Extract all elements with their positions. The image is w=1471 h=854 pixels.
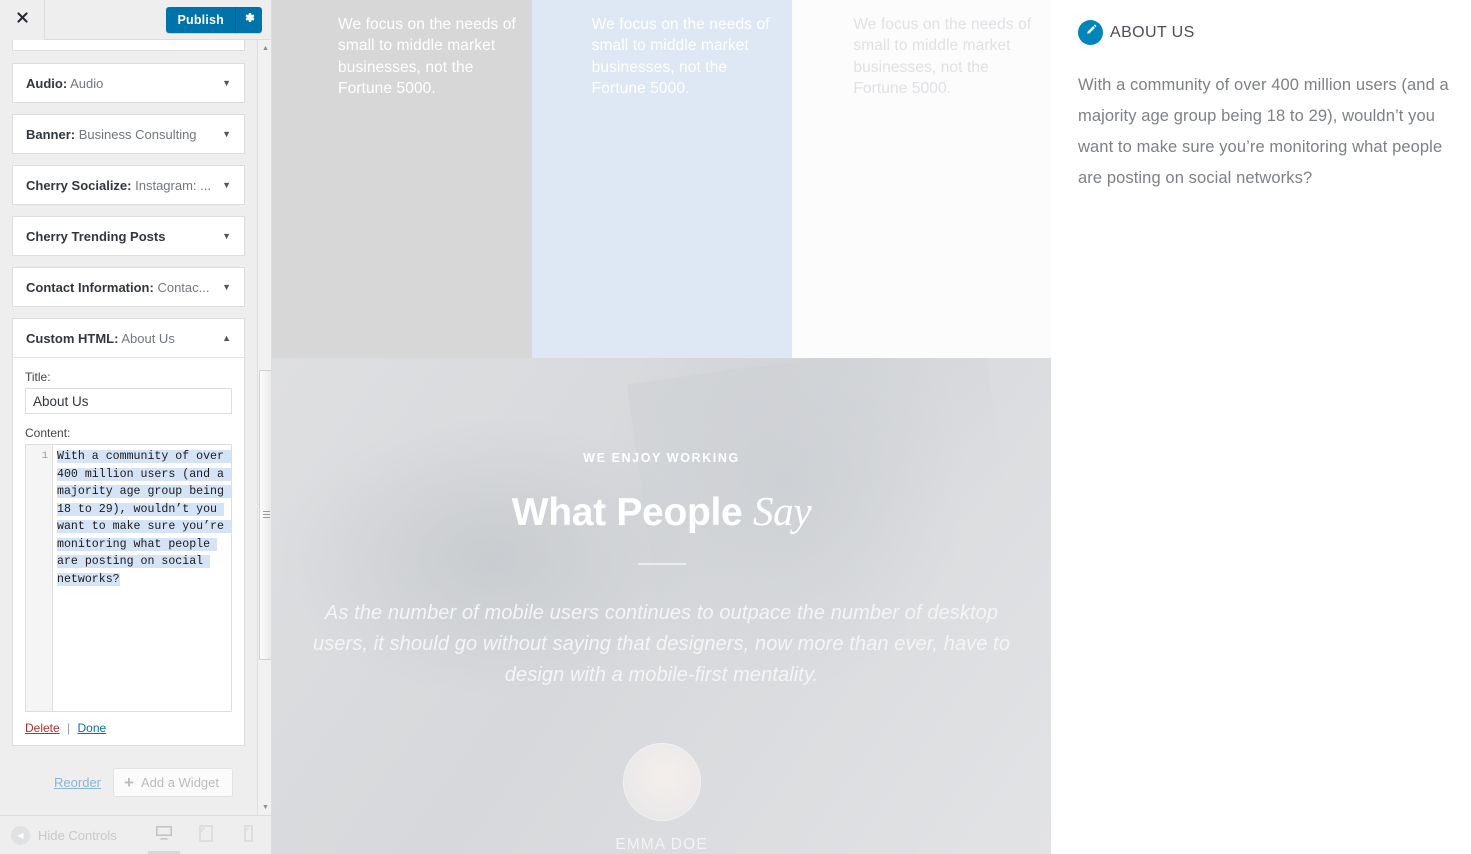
pencil-glyph-icon — [1084, 24, 1097, 42]
testimonial-quote: As the number of mobile users continues … — [312, 602, 1011, 686]
feature-column-3[interactable]: We focus on the needs of small to middle… — [791, 0, 1052, 358]
feature-column-3-text: We focus on the needs of small to middle… — [853, 16, 1032, 98]
code-editor-text[interactable]: With a community of over 400 million use… — [53, 445, 231, 711]
device-preview-buttons — [147, 818, 261, 854]
widget-accordion-contact-information[interactable]: Contact Information: Contac... ▼ — [12, 267, 245, 307]
title-field-label: Title: — [25, 370, 51, 384]
feature-column-1[interactable]: We focus on the needs of small to middle… — [272, 0, 532, 358]
add-widget-button[interactable]: + Add a Widget — [113, 768, 233, 797]
widget-title: Cherry Trending Posts — [26, 229, 216, 244]
testimonial-author-name: EMMA DOE — [615, 836, 708, 853]
scroll-up-arrow-icon[interactable]: ▲ — [258, 40, 271, 56]
testimonial-heading: What People Say — [272, 487, 1051, 535]
widget-actions: Delete | Done — [25, 721, 232, 735]
plus-icon: + — [124, 773, 134, 792]
customizer-screen: Publish Audio: Audio ▼ Banner: Business … — [0, 0, 1471, 854]
sidebar-scrollbar[interactable]: ▲ ▼ — [257, 40, 271, 815]
chevron-down-icon: ▼ — [222, 230, 231, 241]
action-separator: | — [67, 721, 71, 735]
widget-title: Contact Information: Contac... — [26, 280, 216, 295]
hide-controls-label: Hide Controls — [38, 827, 117, 843]
device-mobile-button[interactable] — [235, 818, 261, 852]
widget-value: Contac... — [157, 279, 210, 295]
widget-value: Instagram: ... — [135, 177, 211, 193]
about-us-title: ABOUT US — [1110, 23, 1195, 41]
about-us-header: ABOUT US — [1078, 20, 1471, 45]
widget-partial-above[interactable] — [12, 40, 245, 51]
feature-column-2[interactable]: We focus on the needs of small to middle… — [531, 0, 792, 358]
feature-column-1-text: We focus on the needs of small to middle… — [338, 16, 516, 98]
feature-columns: We focus on the needs of small to middle… — [272, 0, 1052, 358]
widget-title: Cherry Socialize: Instagram: ... — [26, 178, 216, 193]
chevron-down-icon: ▼ — [222, 77, 231, 88]
scrollbar-grip-icon — [263, 511, 270, 519]
widget-title: Audio: Audio — [26, 76, 216, 91]
heading-regular-part: What People — [511, 491, 753, 534]
widget-value: Business Consulting — [78, 126, 197, 142]
sidebar-header: Publish — [0, 0, 271, 40]
heading-divider — [637, 563, 686, 565]
widget-title: Custom HTML: About Us — [26, 331, 216, 346]
widget-accordion-cherry-trending-posts[interactable]: Cherry Trending Posts ▼ — [12, 216, 245, 256]
widget-list: Audio: Audio ▼ Banner: Business Consulti… — [0, 40, 257, 813]
publish-group: Publish — [166, 6, 262, 33]
tablet-icon — [197, 823, 215, 848]
widget-accordion-banner[interactable]: Banner: Business Consulting ▼ — [12, 114, 245, 154]
code-line-number-gutter: 1 — [26, 445, 53, 711]
widget-name: Custom HTML: — [26, 330, 119, 346]
widget-value: Audio — [70, 75, 104, 91]
testimonial-section[interactable]: WE ENJOY WORKING What People Say As the … — [272, 358, 1051, 854]
scroll-down-arrow-icon[interactable]: ▼ — [258, 799, 271, 815]
device-desktop-button[interactable] — [147, 818, 180, 854]
close-icon — [15, 10, 30, 30]
done-link[interactable]: Done — [78, 721, 107, 735]
widget-name: Cherry Socialize: — [26, 177, 132, 193]
reorder-link[interactable]: Reorder — [54, 775, 101, 790]
about-us-widget: ABOUT US With a community of over 400 mi… — [1078, 20, 1471, 194]
device-tablet-button[interactable] — [193, 818, 219, 852]
pencil-edit-icon[interactable] — [1078, 20, 1103, 45]
chevron-up-icon: ▲ — [222, 332, 231, 343]
add-widget-label: Add a Widget — [140, 775, 219, 790]
scrollbar-thumb[interactable] — [259, 370, 271, 660]
custom-html-widget-body: Title: Content: 1 With a community of ov… — [12, 358, 245, 746]
chevron-left-icon: ◀ — [11, 825, 30, 845]
widget-name: Audio: — [26, 75, 68, 91]
widget-title-input[interactable] — [25, 388, 232, 414]
widget-accordion-cherry-socialize[interactable]: Cherry Socialize: Instagram: ... ▼ — [12, 165, 245, 205]
chevron-down-icon: ▼ — [222, 281, 231, 292]
testimonial-content: WE ENJOY WORKING What People Say As the … — [272, 358, 1051, 854]
widget-title: Banner: Business Consulting — [26, 127, 216, 142]
mobile-icon — [241, 823, 255, 848]
feature-column-2-text: We focus on the needs of small to middle… — [591, 16, 770, 98]
widget-footer: Reorder + Add a Widget — [12, 758, 245, 813]
column-divider — [791, 0, 793, 358]
testimonial-eyebrow: WE ENJOY WORKING — [583, 451, 740, 465]
content-code-editor[interactable]: 1 With a community of over 400 million u… — [25, 444, 232, 712]
hide-controls-button[interactable]: ◀ Hide Controls — [0, 825, 117, 845]
publish-button[interactable]: Publish — [166, 6, 236, 33]
chevron-down-icon: ▼ — [222, 128, 231, 139]
sidebar-bottom-bar: ◀ Hide Controls — [0, 815, 271, 854]
widget-name: Cherry Trending Posts — [26, 228, 166, 244]
widget-value: About Us — [121, 330, 175, 346]
customizer-sidebar: Publish Audio: Audio ▼ Banner: Business … — [0, 0, 272, 854]
content-field-label: Content: — [25, 426, 71, 440]
widget-accordion-custom-html[interactable]: Custom HTML: About Us ▲ — [12, 318, 245, 358]
about-us-body: With a community of over 400 million use… — [1078, 76, 1449, 187]
selected-code-text: With a community of over 400 million use… — [57, 450, 231, 586]
delete-widget-link[interactable]: Delete — [25, 721, 60, 735]
close-customizer-button[interactable] — [0, 0, 45, 40]
widgets-scroll-area[interactable]: Audio: Audio ▼ Banner: Business Consulti… — [0, 40, 257, 815]
heading-italic-part: Say — [752, 488, 812, 534]
widget-name: Contact Information: — [26, 279, 154, 295]
avatar — [622, 743, 701, 821]
widget-name: Banner: — [26, 126, 76, 142]
widget-accordion-audio[interactable]: Audio: Audio ▼ — [12, 63, 245, 103]
gear-icon — [243, 11, 256, 29]
site-preview[interactable]: We focus on the needs of small to middle… — [272, 0, 1471, 854]
chevron-down-icon: ▼ — [222, 179, 231, 190]
publish-settings-button[interactable] — [236, 6, 262, 33]
desktop-icon — [154, 823, 174, 848]
